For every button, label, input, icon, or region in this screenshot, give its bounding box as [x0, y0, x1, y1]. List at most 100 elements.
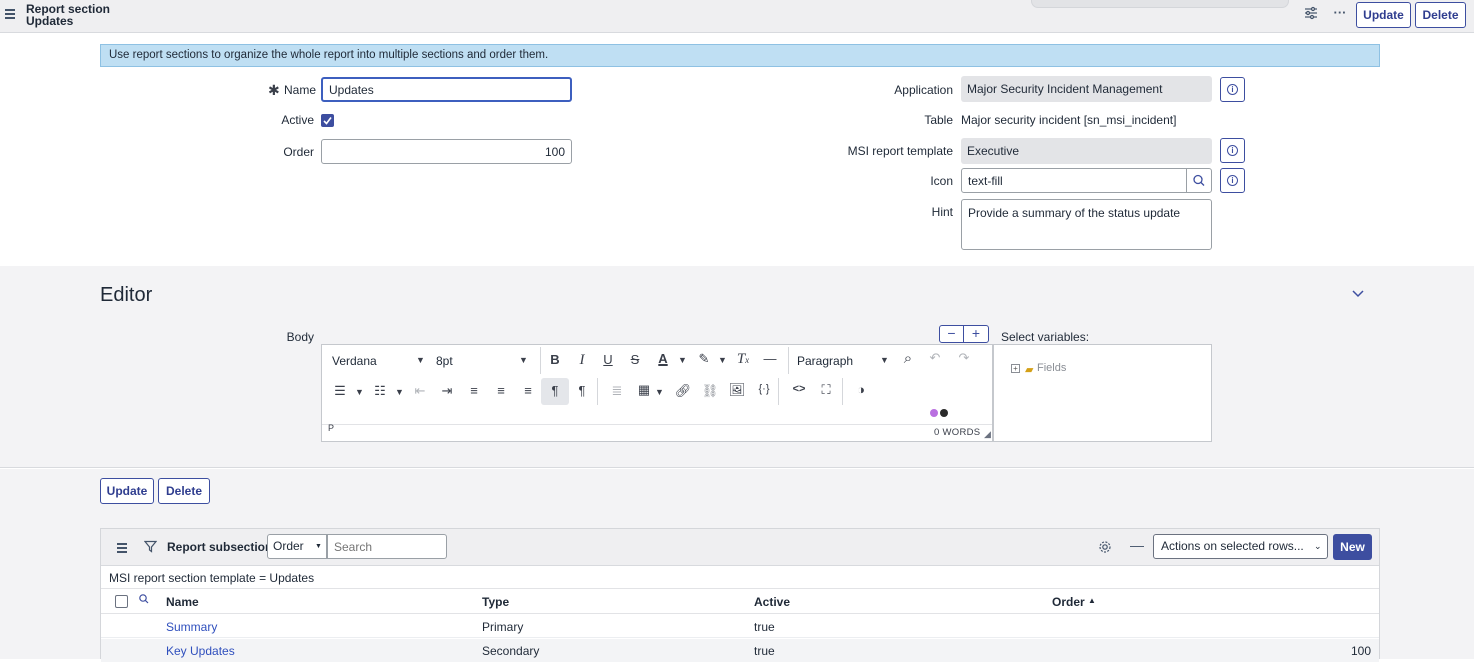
- table-icon[interactable]: ▦: [634, 382, 654, 398]
- chevron-down-icon: ▼: [519, 355, 528, 365]
- horizontal-line-icon[interactable]: —: [760, 351, 780, 366]
- template-variable-icon[interactable]: {·}: [754, 383, 774, 395]
- mandatory-asterisk-icon: ✱: [268, 82, 280, 98]
- expand-node-icon[interactable]: +: [1011, 364, 1020, 373]
- source-code-icon[interactable]: <>: [789, 383, 809, 395]
- list-breadcrumb[interactable]: MSI report section template = Updates: [109, 571, 314, 585]
- line-height-icon[interactable]: ≣: [607, 383, 627, 399]
- row-type: Secondary: [482, 644, 540, 658]
- editor-resize-controls: − +: [939, 325, 989, 343]
- row-active: true: [754, 620, 775, 634]
- form-header: Report section Updates ··· Update Delete: [0, 0, 1474, 33]
- indent-icon[interactable]: ⇥: [437, 383, 457, 399]
- text-color-icon[interactable]: A: [653, 351, 673, 366]
- undo-icon[interactable]: ↶: [925, 350, 945, 366]
- resize-handle-icon[interactable]: ◢: [984, 429, 991, 440]
- filter-icon[interactable]: [143, 540, 158, 556]
- fullscreen-icon[interactable]: ⛶: [816, 382, 836, 398]
- collapse-list-icon[interactable]: —: [1130, 537, 1144, 553]
- table-value: Major security incident [sn_msi_incident…: [961, 113, 1177, 127]
- chevron-down-icon: ▼: [655, 387, 664, 397]
- form-update-button[interactable]: Update: [100, 478, 154, 504]
- contrast-icon[interactable]: ◑: [851, 382, 871, 397]
- menu-icon[interactable]: [5, 9, 15, 21]
- font-size-select[interactable]: 8pt: [436, 354, 453, 368]
- list-menu-icon[interactable]: [117, 543, 127, 553]
- column-header-order[interactable]: Order: [1052, 595, 1085, 609]
- search-field-select[interactable]: Order ▼: [267, 534, 327, 559]
- form-delete-button[interactable]: Delete: [158, 478, 210, 504]
- collapse-section-icon[interactable]: [1351, 286, 1365, 303]
- icon-info-button[interactable]: i: [1220, 168, 1245, 193]
- italic-icon[interactable]: I: [572, 352, 592, 369]
- list-search-input[interactable]: [327, 534, 447, 559]
- align-right-icon[interactable]: ≡: [518, 383, 538, 398]
- rtl-icon[interactable]: ¶: [572, 383, 592, 398]
- related-list-toolbar: Report subsections Order ▼ — Actions on …: [101, 529, 1379, 566]
- numbered-list-icon[interactable]: ☷: [370, 383, 390, 399]
- select-all-checkbox[interactable]: [115, 595, 128, 608]
- column-header-name[interactable]: Name: [166, 595, 199, 609]
- related-list-title: Report subsections: [167, 540, 280, 554]
- font-family-select[interactable]: Verdana: [332, 354, 377, 368]
- header-update-button[interactable]: Update: [1356, 2, 1411, 28]
- shrink-editor-button[interactable]: −: [940, 326, 964, 342]
- icon-lookup-button[interactable]: [1186, 168, 1212, 193]
- rich-text-editor: Verdana ▼ 8pt ▼ B I U S A ▼ ✎ ▼ Tx — Par…: [321, 344, 993, 442]
- row-order: 100: [1350, 644, 1371, 658]
- column-header-type[interactable]: Type: [482, 595, 509, 609]
- column-header-active[interactable]: Active: [754, 595, 790, 609]
- ltr-icon: ¶: [551, 383, 559, 398]
- list-settings-gear-icon[interactable]: [1098, 540, 1112, 557]
- record-name-title: Updates: [26, 14, 74, 28]
- body-label: Body: [286, 330, 314, 344]
- template-label: MSI report template: [847, 144, 953, 158]
- sort-ascending-icon: ▲: [1088, 596, 1096, 605]
- tree-node-fields[interactable]: Fields: [1037, 362, 1066, 374]
- actions-on-selected-rows-select[interactable]: Actions on selected rows... ⌄: [1153, 534, 1328, 559]
- name-field[interactable]: [321, 77, 572, 102]
- clear-formatting-icon[interactable]: Tx: [733, 351, 753, 368]
- align-center-icon[interactable]: ≡: [491, 383, 511, 398]
- hint-field[interactable]: Provide a summary of the status update: [961, 199, 1212, 250]
- collapsed-top-bar[interactable]: [1031, 0, 1289, 8]
- redo-icon[interactable]: ↷: [954, 350, 974, 366]
- search-columns-icon[interactable]: [138, 593, 150, 608]
- extension-icon[interactable]: [940, 409, 948, 417]
- active-checkbox[interactable]: [321, 114, 334, 127]
- info-icon: i: [1227, 84, 1238, 95]
- image-icon[interactable]: 🖼︎: [727, 382, 747, 398]
- strikethrough-icon[interactable]: S: [625, 352, 645, 367]
- outdent-icon[interactable]: ⇤: [410, 383, 430, 399]
- row-type: Primary: [482, 620, 524, 634]
- align-left-icon[interactable]: ≡: [464, 383, 484, 398]
- order-field[interactable]: [321, 139, 572, 164]
- underline-icon[interactable]: U: [598, 352, 618, 367]
- link-icon[interactable]: 🔗︎: [673, 383, 693, 399]
- bold-icon[interactable]: B: [545, 352, 565, 367]
- icon-field[interactable]: [961, 168, 1187, 193]
- new-button[interactable]: New: [1333, 534, 1372, 560]
- grammar-extension-icon[interactable]: [930, 409, 938, 417]
- variables-label: Select variables:: [1001, 330, 1090, 344]
- chevron-down-icon: ▼: [718, 355, 727, 365]
- icon-label: Icon: [930, 174, 953, 188]
- find-replace-icon[interactable]: ⌕: [898, 350, 918, 367]
- highlight-color-icon[interactable]: ✎: [694, 351, 714, 367]
- row-name-link[interactable]: Key Updates: [166, 644, 235, 658]
- more-options-icon[interactable]: ···: [1331, 5, 1349, 23]
- row-name-link[interactable]: Summary: [166, 620, 217, 634]
- bullet-list-icon[interactable]: ☰: [330, 383, 350, 399]
- template-info-button[interactable]: i: [1220, 138, 1245, 163]
- search-icon: [1193, 174, 1205, 186]
- table-row: Summary Primary true: [101, 615, 1379, 638]
- application-info-button[interactable]: i: [1220, 77, 1245, 102]
- application-field: Major Security Incident Management: [961, 76, 1212, 102]
- expand-editor-button[interactable]: +: [964, 326, 988, 342]
- settings-sliders-icon[interactable]: [1302, 6, 1320, 24]
- unlink-icon[interactable]: ⛓︎: [700, 383, 720, 399]
- ltr-direction-button[interactable]: ¶: [541, 378, 569, 405]
- block-format-select[interactable]: Paragraph: [797, 354, 853, 368]
- active-label: Active: [281, 113, 314, 127]
- header-delete-button[interactable]: Delete: [1415, 2, 1466, 28]
